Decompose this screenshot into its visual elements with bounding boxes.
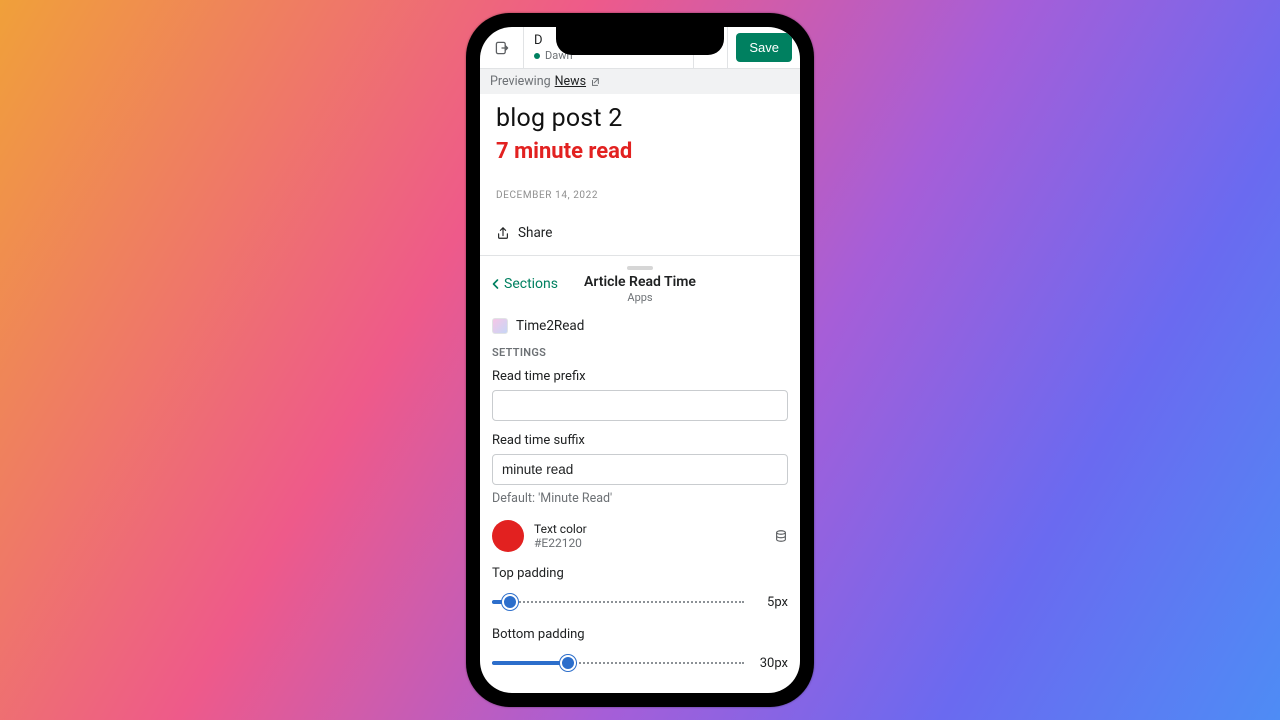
read-time-text: 7 minute read	[496, 139, 784, 164]
back-to-sections[interactable]: Sections	[490, 276, 558, 292]
prefix-input[interactable]	[492, 390, 788, 421]
panel-header: Sections Article Read Time Apps	[480, 274, 800, 310]
share-label: Share	[518, 225, 552, 241]
suffix-input[interactable]	[492, 454, 788, 485]
top-padding-value: 5px	[754, 595, 788, 610]
color-label: Text color	[534, 522, 764, 536]
phone-notch	[556, 27, 724, 55]
setting-bottom-padding: Bottom padding	[480, 621, 800, 650]
dynamic-source-icon[interactable]	[774, 529, 788, 543]
post-date: DECEMBER 14, 2022	[496, 190, 784, 201]
top-padding-slider[interactable]	[492, 593, 744, 611]
bottom-padding-label: Bottom padding	[492, 627, 788, 642]
share-button[interactable]: Share	[496, 225, 784, 241]
top-padding-label: Top padding	[492, 566, 788, 581]
color-hex: #E22120	[534, 536, 764, 550]
setting-text-color[interactable]: Text color #E22120	[480, 512, 800, 560]
setting-read-time-suffix: Read time suffix Default: 'Minute Read'	[480, 427, 800, 512]
exit-editor-button[interactable]	[480, 27, 524, 68]
prefix-label: Read time prefix	[492, 369, 788, 384]
external-link-icon	[590, 77, 600, 87]
save-button[interactable]: Save	[736, 33, 792, 62]
bottom-padding-value: 30px	[754, 656, 788, 671]
post-title: blog post 2	[496, 104, 784, 133]
preview-label: Previewing	[490, 74, 551, 89]
suffix-helper: Default: 'Minute Read'	[492, 491, 788, 506]
live-status-dot	[534, 53, 540, 59]
setting-read-time-prefix: Read time prefix	[480, 363, 800, 427]
app-icon	[492, 318, 508, 334]
app-row[interactable]: Time2Read	[480, 310, 800, 342]
share-icon	[496, 226, 510, 240]
exit-icon	[494, 40, 510, 56]
color-swatch[interactable]	[492, 520, 524, 552]
preview-page-link[interactable]: News	[555, 74, 586, 89]
bottom-padding-slider[interactable]	[492, 654, 744, 672]
setting-top-padding: Top padding	[480, 560, 800, 589]
suffix-label: Read time suffix	[492, 433, 788, 448]
settings-heading: SETTINGS	[480, 342, 800, 363]
panel-subtitle: Apps	[490, 291, 790, 304]
preview-bar: Previewing News	[480, 69, 800, 94]
app-screen: D Dawn Save Previewing News	[480, 27, 800, 693]
panel-drag-handle[interactable]	[627, 266, 653, 270]
phone-frame: D Dawn Save Previewing News	[466, 13, 814, 707]
chevron-left-icon	[490, 278, 502, 290]
article-preview: blog post 2 7 minute read DECEMBER 14, 2…	[480, 94, 800, 256]
app-name: Time2Read	[516, 318, 584, 334]
